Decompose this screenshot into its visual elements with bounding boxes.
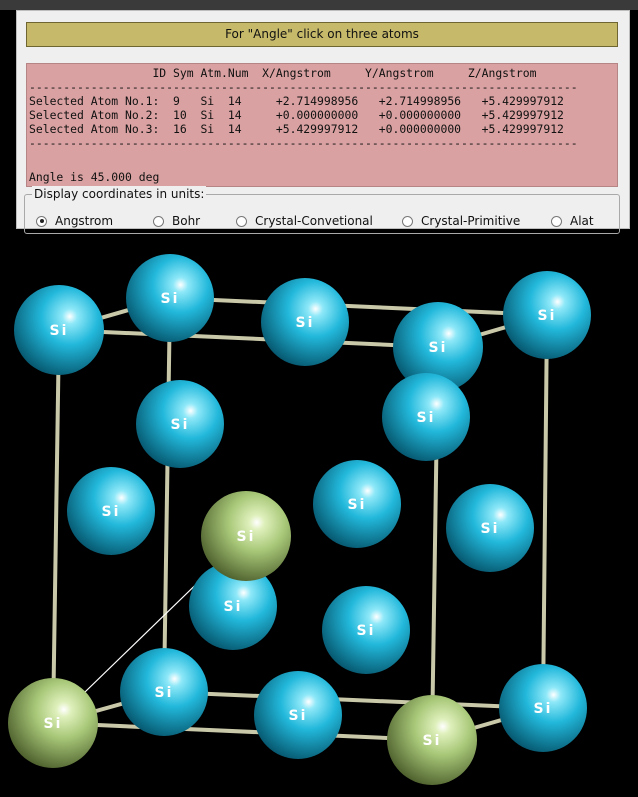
window-title-bar [0, 0, 638, 10]
atom-label: Si [348, 497, 367, 513]
cell-edge [57, 328, 440, 349]
atom[interactable]: Si [446, 484, 534, 572]
atom[interactable]: Si [126, 254, 214, 342]
console-separator: ----------------------------------------… [29, 80, 578, 94]
atom-selected[interactable]: Si [8, 678, 98, 768]
atom-label: Si [224, 599, 243, 615]
console-atom-2-line: Selected Atom No.2: 10 Si 14 +0.00000000… [29, 108, 564, 122]
atom[interactable]: Si [313, 460, 401, 548]
atom[interactable]: Si [261, 278, 349, 366]
atom[interactable]: Si [499, 664, 587, 752]
atom[interactable]: Si [67, 467, 155, 555]
cell-edge [541, 313, 549, 710]
atom-label: Si [155, 685, 174, 701]
radio-label: Crystal-Convetional [255, 214, 373, 228]
radio-indicator[interactable] [236, 215, 247, 227]
atom-label: Si [237, 529, 256, 545]
console-atom-1-line: Selected Atom No.1: 9 Si 14 +2.714998956… [29, 94, 564, 108]
atom[interactable]: Si [503, 271, 591, 359]
atom-label: Si [429, 340, 448, 356]
cell-edge [51, 328, 61, 725]
atom-label: Si [44, 716, 63, 732]
radio-label: Angstrom [55, 214, 114, 228]
cell-edge [162, 690, 545, 710]
selection-console: ID Sym Atm.Num X/Angstrom Y/Angstrom Z/A… [26, 63, 618, 187]
atom[interactable]: Si [120, 648, 208, 736]
angle-result: Angle is 45.000 deg [29, 170, 160, 184]
atom[interactable]: Si [14, 285, 104, 375]
atom-label: Si [102, 504, 121, 520]
atom-label: Si [289, 708, 308, 724]
cell-edge [168, 296, 549, 317]
atom-label: Si [423, 733, 442, 749]
atom-label: Si [538, 308, 557, 324]
atom-label: Si [50, 323, 69, 339]
radio-indicator[interactable] [402, 215, 413, 227]
atom-label: Si [481, 521, 500, 537]
radio-indicator[interactable] [36, 215, 47, 227]
atom[interactable]: Si [382, 373, 470, 461]
instruction-banner: For "Angle" click on three atoms [26, 22, 618, 47]
radio-crystal-conventional[interactable]: Crystal-Convetional [236, 213, 373, 229]
radio-crystal-primitive[interactable]: Crystal-Primitive [402, 213, 520, 229]
atom-selected[interactable]: Si [387, 695, 477, 785]
radio-label: Alat [570, 214, 594, 228]
atom-label: Si [161, 291, 180, 307]
crystal-structure-canvas[interactable]: Si Si Si Si Si Si Si Si Si Si Si Si Si Si Si Si Si Si [0, 229, 638, 797]
radio-indicator[interactable] [551, 215, 562, 227]
atoms-layer: Si Si Si Si Si Si Si Si Si Si Si Si Si Si Si Si Si Si [8, 254, 591, 785]
structure-viewer[interactable]: Si Si Si Si Si Si Si Si Si Si Si Si Si Si Si Si Si Si [0, 229, 638, 797]
atom-label: Si [171, 417, 190, 433]
atom-label: Si [417, 410, 436, 426]
units-legend: Display coordinates in units: [32, 186, 207, 202]
atom-label: Si [296, 315, 315, 331]
radio-indicator[interactable] [153, 215, 164, 227]
atom[interactable]: Si [136, 380, 224, 468]
radio-label: Bohr [172, 214, 201, 228]
console-atom-3-line: Selected Atom No.3: 16 Si 14 +5.42999791… [29, 122, 564, 136]
atom[interactable]: Si [254, 671, 342, 759]
atom[interactable]: Si [322, 586, 410, 674]
units-group: Display coordinates in units: Angstrom B… [24, 186, 620, 234]
radio-label: Crystal-Primitive [421, 214, 521, 228]
cell-edge [162, 296, 172, 694]
radio-alat[interactable]: Alat [551, 213, 594, 229]
control-panel: For "Angle" click on three atoms ID Sym … [16, 10, 630, 234]
radio-bohr[interactable]: Bohr [153, 213, 200, 229]
atom-label: Si [357, 623, 376, 639]
console-separator: ----------------------------------------… [29, 136, 578, 150]
radio-angstrom[interactable]: Angstrom [36, 213, 113, 229]
atom-label: Si [534, 701, 553, 717]
console-header-line: ID Sym Atm.Num X/Angstrom Y/Angstrom Z/A… [29, 66, 537, 80]
cell-edge [51, 721, 434, 742]
atom-selected[interactable]: Si [201, 491, 291, 581]
